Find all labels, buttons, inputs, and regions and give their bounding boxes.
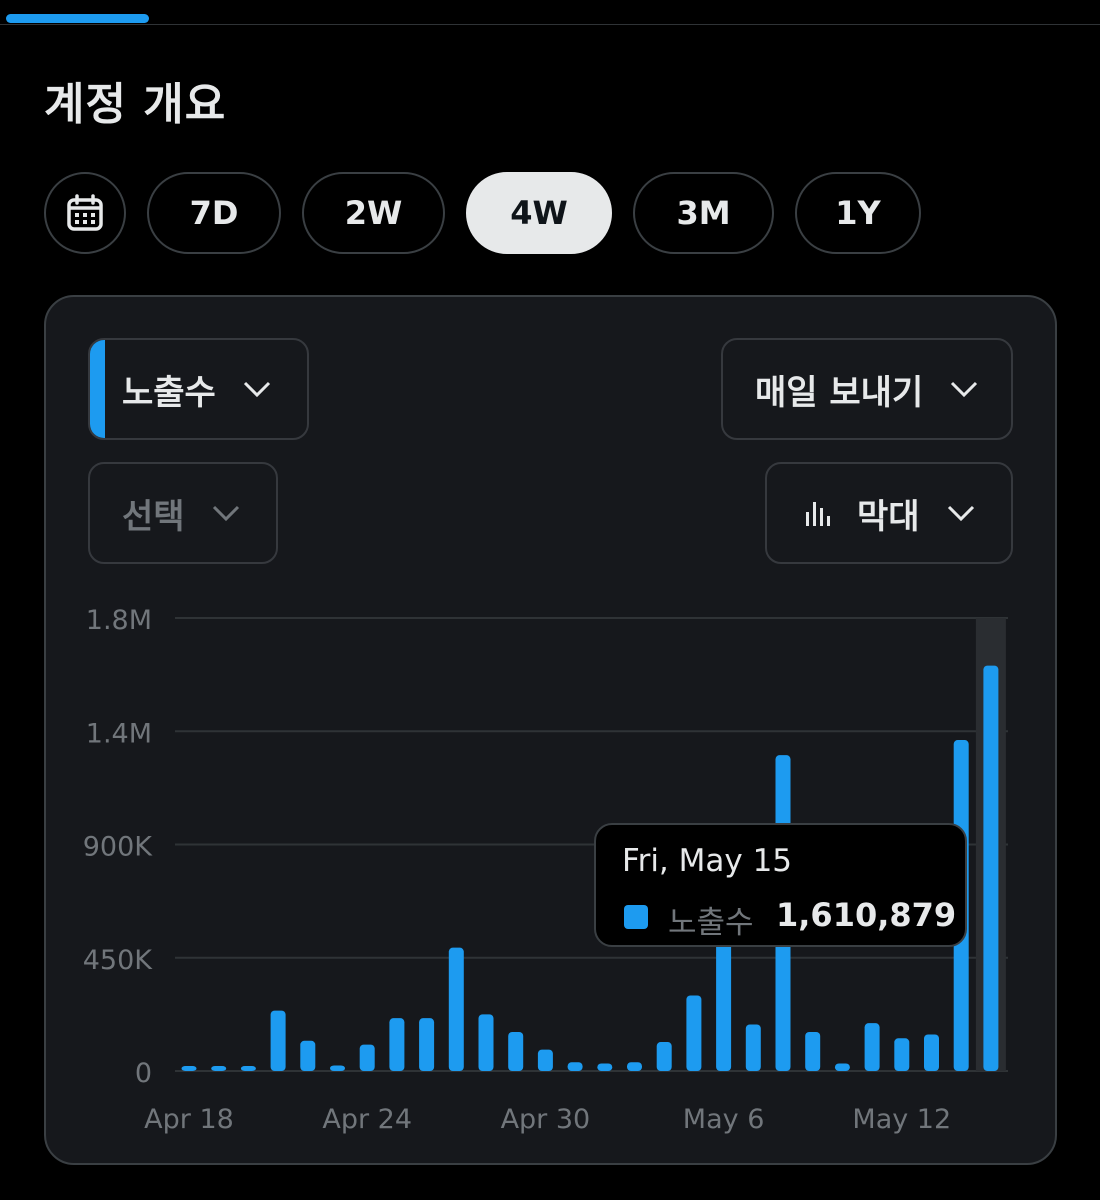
bar — [597, 1063, 613, 1071]
bar — [419, 1018, 435, 1071]
bar — [359, 1044, 375, 1071]
bar — [270, 1010, 286, 1071]
bar — [537, 1049, 553, 1071]
bar — [448, 947, 464, 1071]
x-tick-label: Apr 18 — [144, 1104, 234, 1135]
x-tick-label: May 12 — [852, 1104, 951, 1135]
bar — [924, 1034, 939, 1071]
y-tick-label: 900K — [83, 832, 154, 863]
bar — [983, 665, 999, 1071]
bar — [330, 1065, 345, 1071]
x-tick-label: Apr 30 — [501, 1104, 591, 1135]
y-tick-label: 1.4M — [86, 718, 152, 749]
tooltip-value: 1,610,879 — [776, 896, 957, 934]
x-tick-label: Apr 24 — [322, 1104, 412, 1135]
bar — [478, 1014, 494, 1071]
x-tick-label: May 6 — [683, 1104, 765, 1135]
bar — [567, 1062, 583, 1071]
y-tick-label: 450K — [83, 945, 154, 976]
bar — [627, 1062, 642, 1071]
bar — [300, 1040, 316, 1071]
bar — [834, 1063, 850, 1071]
bar — [716, 927, 732, 1071]
tooltip-series-swatch — [624, 905, 648, 929]
bar — [805, 1031, 821, 1071]
bar — [181, 1066, 197, 1071]
bar — [894, 1038, 910, 1071]
bar — [686, 995, 702, 1071]
bar — [656, 1042, 672, 1071]
y-tick-label: 1.8M — [86, 605, 152, 636]
bar — [508, 1031, 524, 1071]
bar — [240, 1066, 256, 1071]
tooltip-date: Fri, May 15 — [622, 843, 793, 879]
y-tick-label: 0 — [135, 1058, 152, 1089]
bar — [211, 1066, 227, 1071]
tooltip-series-name: 노출수 — [668, 905, 754, 941]
bar — [389, 1018, 405, 1071]
bar — [745, 1024, 761, 1071]
impressions-bar-chart: 0 450K 900K 1.4M 1.8M Apr 18 Apr 24 Apr 30 May 6… — [83, 605, 1008, 1135]
chart-tooltip: Fri, May 15 노출수 1,610,879 — [594, 823, 967, 947]
bar — [864, 1023, 880, 1071]
